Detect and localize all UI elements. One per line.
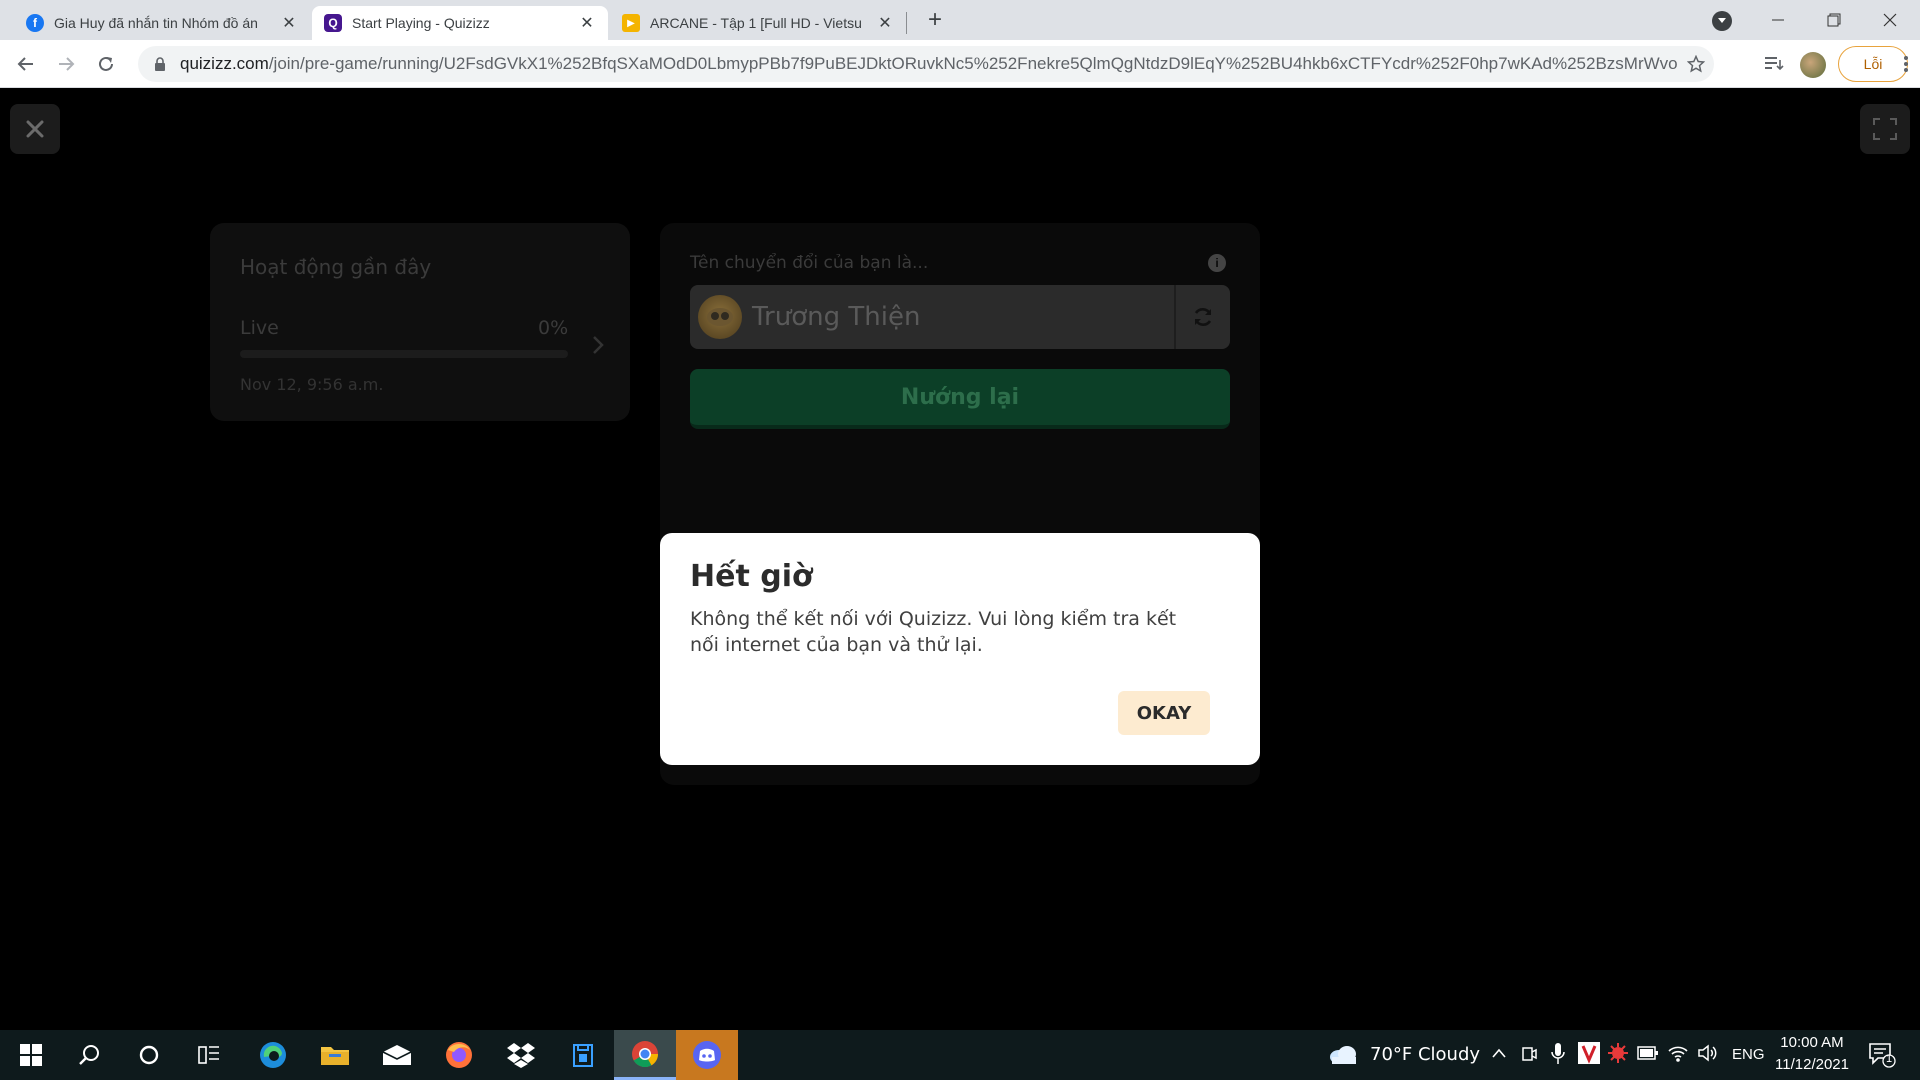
fullscreen-button[interactable]	[1860, 104, 1910, 154]
tab-search-icon[interactable]	[1712, 11, 1732, 31]
microphone-icon[interactable]	[1551, 1042, 1565, 1066]
folder-icon	[321, 1047, 349, 1065]
back-button[interactable]	[10, 48, 42, 80]
virus-tray-icon[interactable]	[1607, 1042, 1629, 1064]
more-menu-icon[interactable]	[1896, 48, 1916, 80]
profile-avatar[interactable]	[1800, 52, 1826, 78]
battery-icon[interactable]	[1637, 1045, 1659, 1061]
quizizz-page: Hoạt động gần đây Live 0% Nov 12, 9:56 a…	[0, 89, 1920, 1031]
close-window-button[interactable]	[1862, 0, 1918, 40]
fullscreen-icon	[1873, 118, 1897, 140]
exit-button[interactable]	[10, 104, 60, 154]
forward-button[interactable]	[50, 48, 82, 80]
task-view-icon	[198, 1046, 219, 1064]
recent-item-progress-bar	[240, 350, 568, 358]
store-icon	[573, 1044, 593, 1067]
recent-item-label: Live	[240, 317, 279, 339]
search-icon	[79, 1045, 99, 1065]
tab-quizizz[interactable]: Q Start Playing - Quizizz ✕	[312, 6, 608, 40]
start-button[interactable]	[0, 1030, 62, 1080]
vivaldi-tray-icon[interactable]	[1578, 1042, 1600, 1064]
firefox-icon	[446, 1042, 472, 1068]
clock-time[interactable]: 10:00 AM	[1770, 1034, 1854, 1051]
name-field[interactable]: Trương Thiện	[690, 285, 1230, 349]
timeout-dialog: Hết giờ Không thể kết nối với Quizizz. V…	[660, 533, 1260, 765]
recent-activity-title: Hoạt động gần đây	[240, 255, 432, 279]
facebook-icon: f	[26, 14, 44, 32]
dialog-message: Không thể kết nối với Quizizz. Vui lòng …	[690, 608, 1177, 656]
store-app[interactable]	[552, 1030, 614, 1080]
okay-button[interactable]: OKAY	[1118, 691, 1210, 735]
url-path: /join/pre-game/running/U2FsdGVkX1%252Bfq…	[268, 54, 1678, 73]
chrome-app[interactable]	[614, 1030, 676, 1080]
close-icon[interactable]: ✕	[578, 13, 596, 33]
browser-tabstrip: f Gia Huy đã nhắn tin Nhóm đồ án ✕ Q Sta…	[0, 0, 1920, 40]
language-indicator[interactable]: ENG	[1732, 1046, 1765, 1063]
tab-title: ARCANE - Tập 1 [Full HD - Vietsu	[650, 15, 862, 31]
tab-title: Gia Huy đã nhắn tin Nhóm đồ án	[54, 15, 258, 31]
firefox-app[interactable]	[428, 1030, 490, 1080]
minimize-button[interactable]	[1750, 0, 1806, 40]
retry-button[interactable]: Nướng lại	[690, 369, 1230, 429]
url-host: quizizz.com	[180, 54, 269, 73]
recent-item-date: Nov 12, 9:56 a.m.	[240, 375, 384, 394]
close-icon	[26, 120, 44, 138]
lock-icon	[155, 57, 165, 71]
new-tab-button[interactable]: +	[918, 6, 952, 36]
player-avatar	[698, 295, 742, 339]
recent-item-percent: 0%	[538, 317, 569, 339]
tab-facebook[interactable]: f Gia Huy đã nhắn tin Nhóm đồ án ✕	[14, 6, 310, 40]
dialog-title: Hết giờ	[690, 559, 813, 594]
windows-icon	[20, 1044, 42, 1066]
info-icon[interactable]: i	[1208, 254, 1226, 272]
cortana-icon	[139, 1045, 159, 1065]
discord-app[interactable]	[676, 1030, 738, 1080]
tab-separator	[906, 12, 907, 34]
chevron-up-icon[interactable]	[1491, 1047, 1507, 1059]
restore-button[interactable]	[1806, 0, 1862, 40]
clock-date[interactable]: 11/12/2021	[1770, 1056, 1854, 1073]
close-icon[interactable]: ✕	[876, 13, 894, 33]
cortana-button[interactable]	[118, 1030, 180, 1080]
edge-icon	[260, 1042, 286, 1068]
edge-app[interactable]	[242, 1030, 304, 1080]
name-label: Tên chuyển đổi của bạn là...	[690, 253, 929, 273]
discord-icon	[693, 1041, 721, 1069]
url-text: quizizz.com/join/pre-game/running/U2FsdG…	[180, 54, 1678, 74]
task-view-button[interactable]	[178, 1030, 240, 1080]
windows-taskbar: 70°F Cloudy ENG 10:00 AM 11/12/2021 1	[0, 1030, 1920, 1080]
mail-app[interactable]	[366, 1030, 428, 1080]
meet-now-icon[interactable]	[1521, 1044, 1537, 1064]
recent-activity-card: Hoạt động gần đây Live 0% Nov 12, 9:56 a…	[210, 223, 630, 421]
notification-count: 1	[1885, 1053, 1893, 1065]
bookmark-star-icon[interactable]	[1678, 46, 1714, 82]
name-value: Trương Thiện	[752, 302, 921, 332]
close-icon[interactable]: ✕	[280, 13, 298, 33]
reading-list-icon[interactable]	[1758, 48, 1790, 80]
refresh-name-button[interactable]	[1174, 285, 1230, 349]
cloud-icon	[1330, 1046, 1356, 1064]
search-button[interactable]	[58, 1030, 120, 1080]
mail-icon	[382, 1045, 412, 1065]
tab-arcane[interactable]: ▶ ARCANE - Tập 1 [Full HD - Vietsu ✕	[610, 6, 906, 40]
video-icon: ▶	[622, 14, 640, 32]
tab-title: Start Playing - Quizizz	[352, 15, 490, 31]
volume-icon[interactable]	[1697, 1043, 1719, 1063]
refresh-icon	[1194, 308, 1212, 326]
address-bar[interactable]: quizizz.com/join/pre-game/running/U2FsdG…	[138, 46, 1714, 82]
browser-toolbar: quizizz.com/join/pre-game/running/U2FsdG…	[0, 40, 1920, 88]
weather-text[interactable]: 70°F Cloudy	[1370, 1044, 1480, 1065]
dropbox-app[interactable]	[490, 1030, 552, 1080]
reload-button[interactable]	[90, 48, 122, 80]
chrome-icon	[632, 1040, 659, 1067]
quizizz-icon: Q	[324, 14, 342, 32]
dropbox-icon	[507, 1043, 535, 1068]
wifi-icon[interactable]	[1667, 1043, 1689, 1063]
file-explorer-app[interactable]	[304, 1030, 366, 1080]
chevron-right-icon[interactable]	[586, 333, 610, 357]
